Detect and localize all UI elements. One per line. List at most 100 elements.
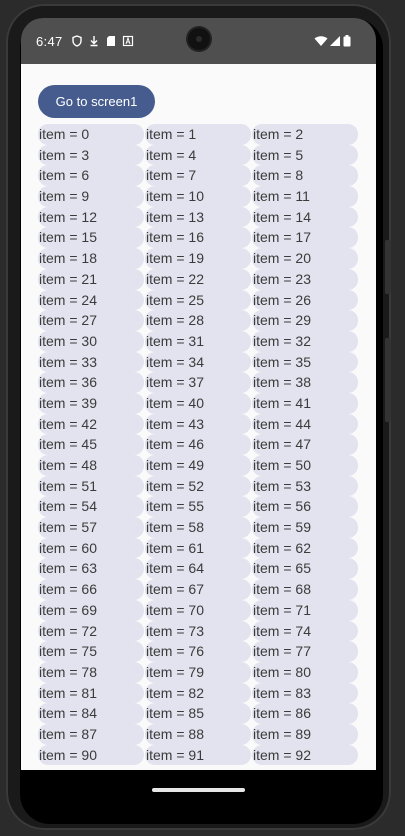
list-item: item = 34 [145, 351, 251, 373]
list-item: item = 3 [38, 144, 144, 166]
list-item: item = 17 [252, 227, 358, 249]
list-item: item = 62 [252, 537, 358, 559]
list-item: item = 78 [38, 661, 144, 683]
list-item: item = 84 [38, 703, 144, 724]
list-item: item = 74 [252, 620, 358, 642]
list-item: item = 69 [38, 599, 144, 621]
list-item: item = 10 [145, 186, 251, 207]
status-bar: 6:47 [21, 18, 376, 64]
list-item: item = 18 [38, 248, 144, 269]
home-gesture-handle[interactable] [152, 788, 245, 792]
a-box-icon [122, 35, 134, 47]
list-item: item = 50 [252, 455, 358, 476]
list-item: item = 81 [38, 682, 144, 704]
list-item: item = 41 [252, 392, 358, 414]
list-item: item = 72 [38, 620, 144, 642]
list-item: item = 38 [252, 372, 358, 393]
download-icon [88, 35, 100, 47]
list-item: item = 60 [38, 537, 144, 559]
front-camera [188, 28, 210, 50]
wifi-icon [314, 35, 328, 47]
list-item: item = 16 [145, 227, 251, 249]
sd-card-icon [105, 35, 117, 47]
list-item: item = 91 [145, 744, 251, 766]
list-item: item = 46 [145, 434, 251, 455]
list-item: item = 88 [145, 723, 251, 745]
list-item: item = 90 [38, 744, 144, 766]
list-item: item = 7 [145, 165, 251, 187]
list-item: item = 24 [38, 289, 144, 311]
list-item: item = 58 [145, 517, 251, 538]
list-item: item = 75 [38, 641, 144, 662]
list-item: item = 43 [145, 413, 251, 435]
list-item: item = 35 [252, 351, 358, 373]
list-item: item = 33 [38, 351, 144, 373]
list-item: item = 40 [145, 392, 251, 414]
list-item: item = 13 [145, 206, 251, 228]
list-item: item = 86 [252, 703, 358, 724]
list-item: item = 36 [38, 372, 144, 393]
list-item: item = 4 [145, 144, 251, 166]
list-item: item = 11 [252, 186, 358, 207]
list-item: item = 2 [252, 124, 358, 145]
list-item: item = 44 [252, 413, 358, 435]
list-item: item = 77 [252, 641, 358, 662]
navigation-bar [21, 770, 376, 808]
list-item: item = 54 [38, 496, 144, 518]
list-item: item = 22 [145, 268, 251, 290]
list-item: item = 80 [252, 661, 358, 683]
shield-icon [71, 35, 83, 47]
list-item: item = 26 [252, 289, 358, 311]
list-item: item = 56 [252, 496, 358, 518]
list-item: item = 53 [252, 475, 358, 497]
list-item: item = 5 [252, 144, 358, 166]
list-item: item = 55 [145, 496, 251, 518]
list-item: item = 52 [145, 475, 251, 497]
list-item: item = 14 [252, 206, 358, 228]
list-item: item = 68 [252, 579, 358, 600]
list-item: item = 23 [252, 268, 358, 290]
list-item: item = 42 [38, 413, 144, 435]
list-item: item = 92 [252, 744, 358, 766]
list-item: item = 48 [38, 455, 144, 476]
phone-screen: 6:47 Go to screen1 item = 0 item = 1 item … [21, 18, 376, 808]
list-item: item = 87 [38, 723, 144, 745]
list-item: item = 31 [145, 330, 251, 352]
list-item: item = 85 [145, 703, 251, 724]
list-item: item = 29 [252, 310, 358, 331]
item-grid: item = 0 item = 1 item = 2 item = 3 item = 4… [38, 124, 359, 766]
list-item: item = 57 [38, 517, 144, 538]
list-item: item = 64 [145, 558, 251, 580]
list-item: item = 51 [38, 475, 144, 497]
list-item: item = 0 [38, 124, 144, 145]
list-item: item = 59 [252, 517, 358, 538]
list-item: item = 28 [145, 310, 251, 331]
go-to-screen1-button[interactable]: Go to screen1 [38, 85, 155, 118]
list-item: item = 39 [38, 392, 144, 414]
list-item: item = 66 [38, 579, 144, 600]
list-item: item = 67 [145, 579, 251, 600]
list-item: item = 82 [145, 682, 251, 704]
list-item: item = 89 [252, 723, 358, 745]
list-item: item = 12 [38, 206, 144, 228]
list-item: item = 49 [145, 455, 251, 476]
list-item: item = 45 [38, 434, 144, 455]
list-item: item = 6 [38, 165, 144, 187]
list-item: item = 25 [145, 289, 251, 311]
list-item: item = 37 [145, 372, 251, 393]
list-item: item = 19 [145, 248, 251, 269]
app-content: Go to screen1 item = 0 item = 1 item = 2 it… [21, 64, 376, 770]
volume-button [385, 338, 391, 422]
list-item: item = 76 [145, 641, 251, 662]
list-item: item = 71 [252, 599, 358, 621]
list-item: item = 30 [38, 330, 144, 352]
list-item: item = 15 [38, 227, 144, 249]
list-item: item = 61 [145, 537, 251, 559]
list-item: item = 70 [145, 599, 251, 621]
list-item: item = 32 [252, 330, 358, 352]
battery-icon [343, 35, 351, 47]
list-item: item = 63 [38, 558, 144, 580]
list-item: item = 73 [145, 620, 251, 642]
list-item: item = 83 [252, 682, 358, 704]
list-item: item = 9 [38, 186, 144, 207]
